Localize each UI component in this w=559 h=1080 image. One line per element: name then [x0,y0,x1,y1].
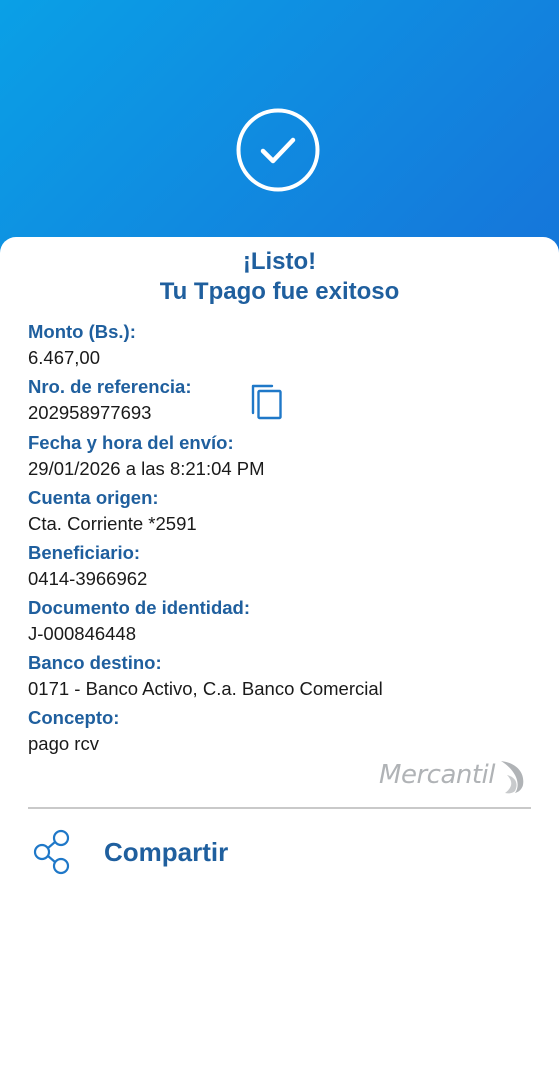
divider [28,807,531,809]
screen: ¡Listo! Tu Tpago fue exitoso Monto (Bs.)… [0,0,559,1080]
result-title: ¡Listo! Tu Tpago fue exitoso [0,247,559,307]
field-value: J-000846448 [28,623,137,644]
brand-name: Mercantil [379,760,495,790]
receipt-card: ¡Listo! Tu Tpago fue exitoso Monto (Bs.)… [0,237,559,1080]
mercantil-logo: Mercantil [379,755,531,795]
field-value: 6.467,00 [28,347,101,368]
copy-icon[interactable] [250,383,284,421]
field-value: pago rcv [28,733,99,754]
title-line-2: Tu Tpago fue exitoso [159,278,400,305]
field-value: Cta. Corriente *2591 [28,513,197,534]
field-label: Documento de identidad: [28,597,250,618]
share-icon [33,829,70,875]
field-monto: Monto (Bs.): 6.467,00 [28,319,528,371]
field-value: 0414-3966962 [28,568,148,589]
field-fecha: Fecha y hora del envío: 29/01/2026 a las… [28,430,528,482]
field-banco-destino: Banco destino: 0171 - Banco Activo, C.a.… [28,650,528,702]
field-label: Concepto: [28,707,120,728]
field-value: 0171 - Banco Activo, C.a. Banco Comercia… [28,678,383,699]
field-documento: Documento de identidad: J-000846448 [28,595,528,647]
field-label: Fecha y hora del envío: [28,432,234,453]
share-button[interactable]: Compartir [28,827,528,877]
title-line-1: ¡Listo! [242,248,317,275]
field-label: Banco destino: [28,652,162,673]
field-label: Monto (Bs.): [28,321,136,342]
field-value: 29/01/2026 a las 8:21:04 PM [28,458,265,479]
share-label: Compartir [104,836,229,867]
field-concepto: Concepto: pago rcv [28,705,528,757]
brand-mark-icon [501,761,524,794]
check-circle-icon [236,108,320,192]
success-header [0,0,559,260]
field-beneficiario: Beneficiario: 0414-3966962 [28,540,528,592]
field-label: Cuenta origen: [28,487,159,508]
field-label: Beneficiario: [28,542,141,563]
field-cuenta-origen: Cuenta origen: Cta. Corriente *2591 [28,485,528,537]
